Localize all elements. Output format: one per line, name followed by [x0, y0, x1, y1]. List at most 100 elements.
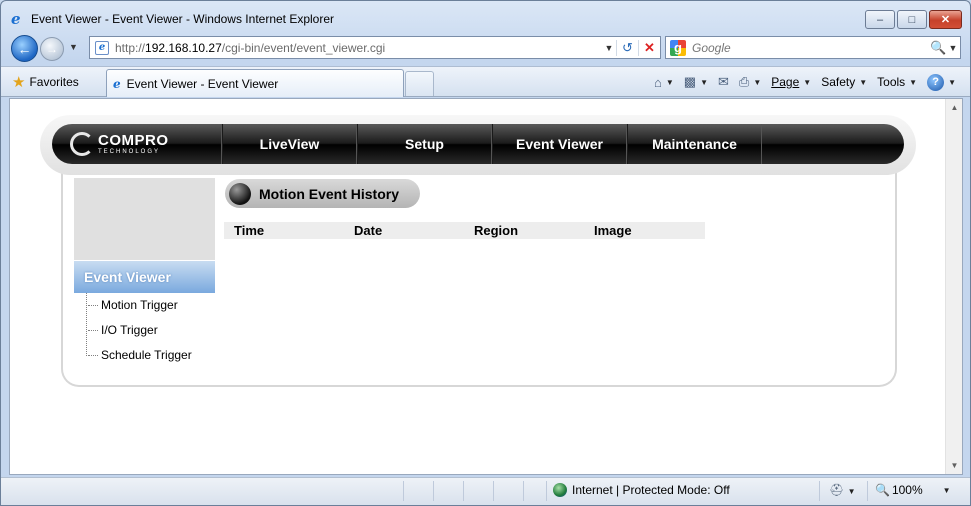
scroll-up-icon[interactable]: ▲ — [946, 99, 962, 116]
dropdown-arrow-icon: ▼ — [859, 77, 868, 87]
feeds-button[interactable]: ▩ ▼ — [680, 71, 712, 93]
address-bar[interactable]: e http://192.168.10.27/cgi-bin/event/eve… — [89, 36, 661, 59]
zone-text: Internet | Protected Mode: Off — [572, 483, 730, 497]
help-icon: ? — [927, 73, 945, 91]
star-icon: ★ — [12, 74, 26, 91]
safety-menu-label: Safety — [821, 75, 856, 89]
search-input[interactable]: Google — [692, 41, 930, 55]
dropdown-arrow-icon: ▼ — [753, 77, 762, 87]
dropdown-arrow-icon: ▼ — [803, 77, 812, 87]
dropdown-arrow-icon: ▼ — [948, 77, 956, 87]
forward-button[interactable]: → — [40, 37, 64, 61]
url-prefix: http:// — [115, 40, 146, 55]
popup-blocker-button[interactable]: ⛑ ▼ — [829, 483, 856, 497]
zoom-icon: 🔍 — [875, 483, 890, 497]
page-icon: e — [95, 40, 109, 55]
sidebar-item-schedule-trigger[interactable]: Schedule Trigger — [88, 348, 192, 362]
page-menu-label: Page — [771, 75, 800, 89]
column-image: Image — [594, 223, 632, 238]
title-bar: e Event Viewer - Event Viewer - Windows … — [1, 1, 970, 33]
stop-icon[interactable]: ✕ — [638, 39, 660, 56]
nav-event-viewer[interactable]: Event Viewer — [492, 124, 627, 164]
shield-icon: ⛑ — [829, 483, 845, 497]
print-button[interactable]: ⎙ ▼ — [735, 71, 765, 93]
new-tab-button[interactable] — [405, 71, 434, 96]
window-title: Event Viewer - Event Viewer - Windows In… — [31, 12, 335, 26]
brand-text: COMPRO TECHNOLOGY — [98, 133, 169, 155]
zoom-level: 100% — [891, 483, 923, 497]
address-dropdown-icon[interactable]: ▼ — [602, 43, 616, 53]
status-divider — [523, 481, 524, 501]
tab-title: Event Viewer - Event Viewer — [126, 76, 279, 91]
browser-window: e Event Viewer - Event Viewer - Windows … — [0, 0, 971, 506]
column-date: Date — [354, 223, 383, 238]
ie-tab-icon: e — [113, 76, 121, 91]
nav-liveview[interactable]: LiveView — [222, 124, 357, 164]
nav-setup[interactable]: Setup — [357, 124, 492, 164]
sidebar-item-motion-trigger[interactable]: Motion Trigger — [88, 298, 178, 312]
bullet-ball-icon — [229, 182, 251, 205]
rss-icon: ▩ — [683, 74, 697, 89]
url-host: 192.168.10.27 — [145, 40, 222, 55]
status-divider — [867, 481, 868, 501]
refresh-icon[interactable]: ↺ — [616, 39, 638, 56]
help-button[interactable]: ? ▼ — [923, 71, 960, 93]
arrow-right-icon: → — [46, 42, 58, 56]
page-menu[interactable]: Page ▼ — [767, 71, 815, 93]
recent-pages-dropdown[interactable]: ▼ — [69, 42, 78, 52]
back-button[interactable]: ← — [11, 35, 38, 62]
status-divider — [819, 481, 820, 501]
scroll-down-icon[interactable]: ▼ — [946, 457, 962, 474]
favorites-label: Favorites — [29, 75, 79, 89]
nav-maintenance[interactable]: Maintenance — [627, 124, 762, 164]
sidebar-tree-line — [86, 293, 88, 356]
panel-title-text: Motion Event History — [259, 185, 400, 202]
ie-logo-icon: e — [11, 10, 21, 28]
sidebar-blank-panel — [74, 178, 215, 260]
navbar-bar: COMPRO TECHNOLOGY LiveView Setup Event V… — [52, 124, 904, 164]
tab-event-viewer[interactable]: e Event Viewer - Event Viewer — [106, 69, 404, 97]
home-button[interactable]: ⌂ ▼ — [650, 71, 678, 93]
globe-icon — [553, 483, 567, 497]
panel-title: Motion Event History — [225, 179, 420, 208]
google-icon: g — [670, 39, 686, 56]
mail-icon: ✉ — [718, 74, 729, 89]
compro-logo[interactable]: COMPRO TECHNOLOGY — [52, 124, 222, 164]
dropdown-arrow-icon: ▼ — [942, 485, 951, 495]
favorites-button[interactable]: ★ Favorites — [12, 72, 79, 92]
status-divider — [546, 481, 547, 501]
event-table-header: Time Date Region Image — [224, 222, 705, 239]
address-url[interactable]: http://192.168.10.27/cgi-bin/event/event… — [115, 41, 602, 55]
url-path: /cgi-bin/event/event_viewer.cgi — [221, 40, 386, 55]
dropdown-arrow-icon: ▼ — [665, 77, 674, 87]
vertical-scrollbar[interactable]: ▲ ▼ — [945, 99, 962, 474]
mail-button[interactable]: ✉ — [714, 71, 733, 93]
compro-logo-icon — [70, 132, 94, 156]
sidebar-header: Event Viewer — [74, 261, 215, 293]
brand-main: COMPRO — [98, 132, 169, 149]
safety-menu[interactable]: Safety ▼ — [817, 71, 871, 93]
search-icon[interactable]: 🔍 — [930, 40, 946, 56]
command-bar: ⌂ ▼ ▩ ▼ ✉ ⎙ ▼ Page ▼ Safety ▼ Tools ▼ ? ▼ — [650, 71, 960, 93]
close-button[interactable]: ✕ — [929, 10, 962, 29]
search-box[interactable]: g Google 🔍 ▼ — [665, 36, 961, 59]
zoom-control[interactable]: 🔍 100% ▼ — [875, 483, 951, 497]
status-divider — [493, 481, 494, 501]
brand-sub: TECHNOLOGY — [98, 149, 161, 155]
home-icon: ⌂ — [654, 74, 662, 90]
favorites-bar: ★ Favorites e Event Viewer - Event Viewe… — [1, 66, 970, 97]
column-time: Time — [234, 223, 265, 238]
tools-menu[interactable]: Tools ▼ — [873, 71, 921, 93]
maximize-button[interactable]: □ — [897, 10, 927, 29]
dropdown-arrow-icon: ▼ — [847, 487, 856, 496]
status-divider — [463, 481, 464, 501]
search-options-icon[interactable]: ▼ — [946, 43, 960, 53]
status-bar: Internet | Protected Mode: Off ⛑ ▼ 🔍 100… — [1, 477, 970, 505]
tools-menu-label: Tools — [877, 75, 906, 89]
minimize-button[interactable]: – — [865, 10, 895, 29]
site-navbar: COMPRO TECHNOLOGY LiveView Setup Event V… — [40, 115, 916, 175]
dropdown-arrow-icon: ▼ — [700, 77, 708, 87]
sidebar-item-io-trigger[interactable]: I/O Trigger — [88, 323, 158, 337]
status-divider — [433, 481, 434, 501]
security-zone[interactable]: Internet | Protected Mode: Off — [553, 483, 730, 497]
